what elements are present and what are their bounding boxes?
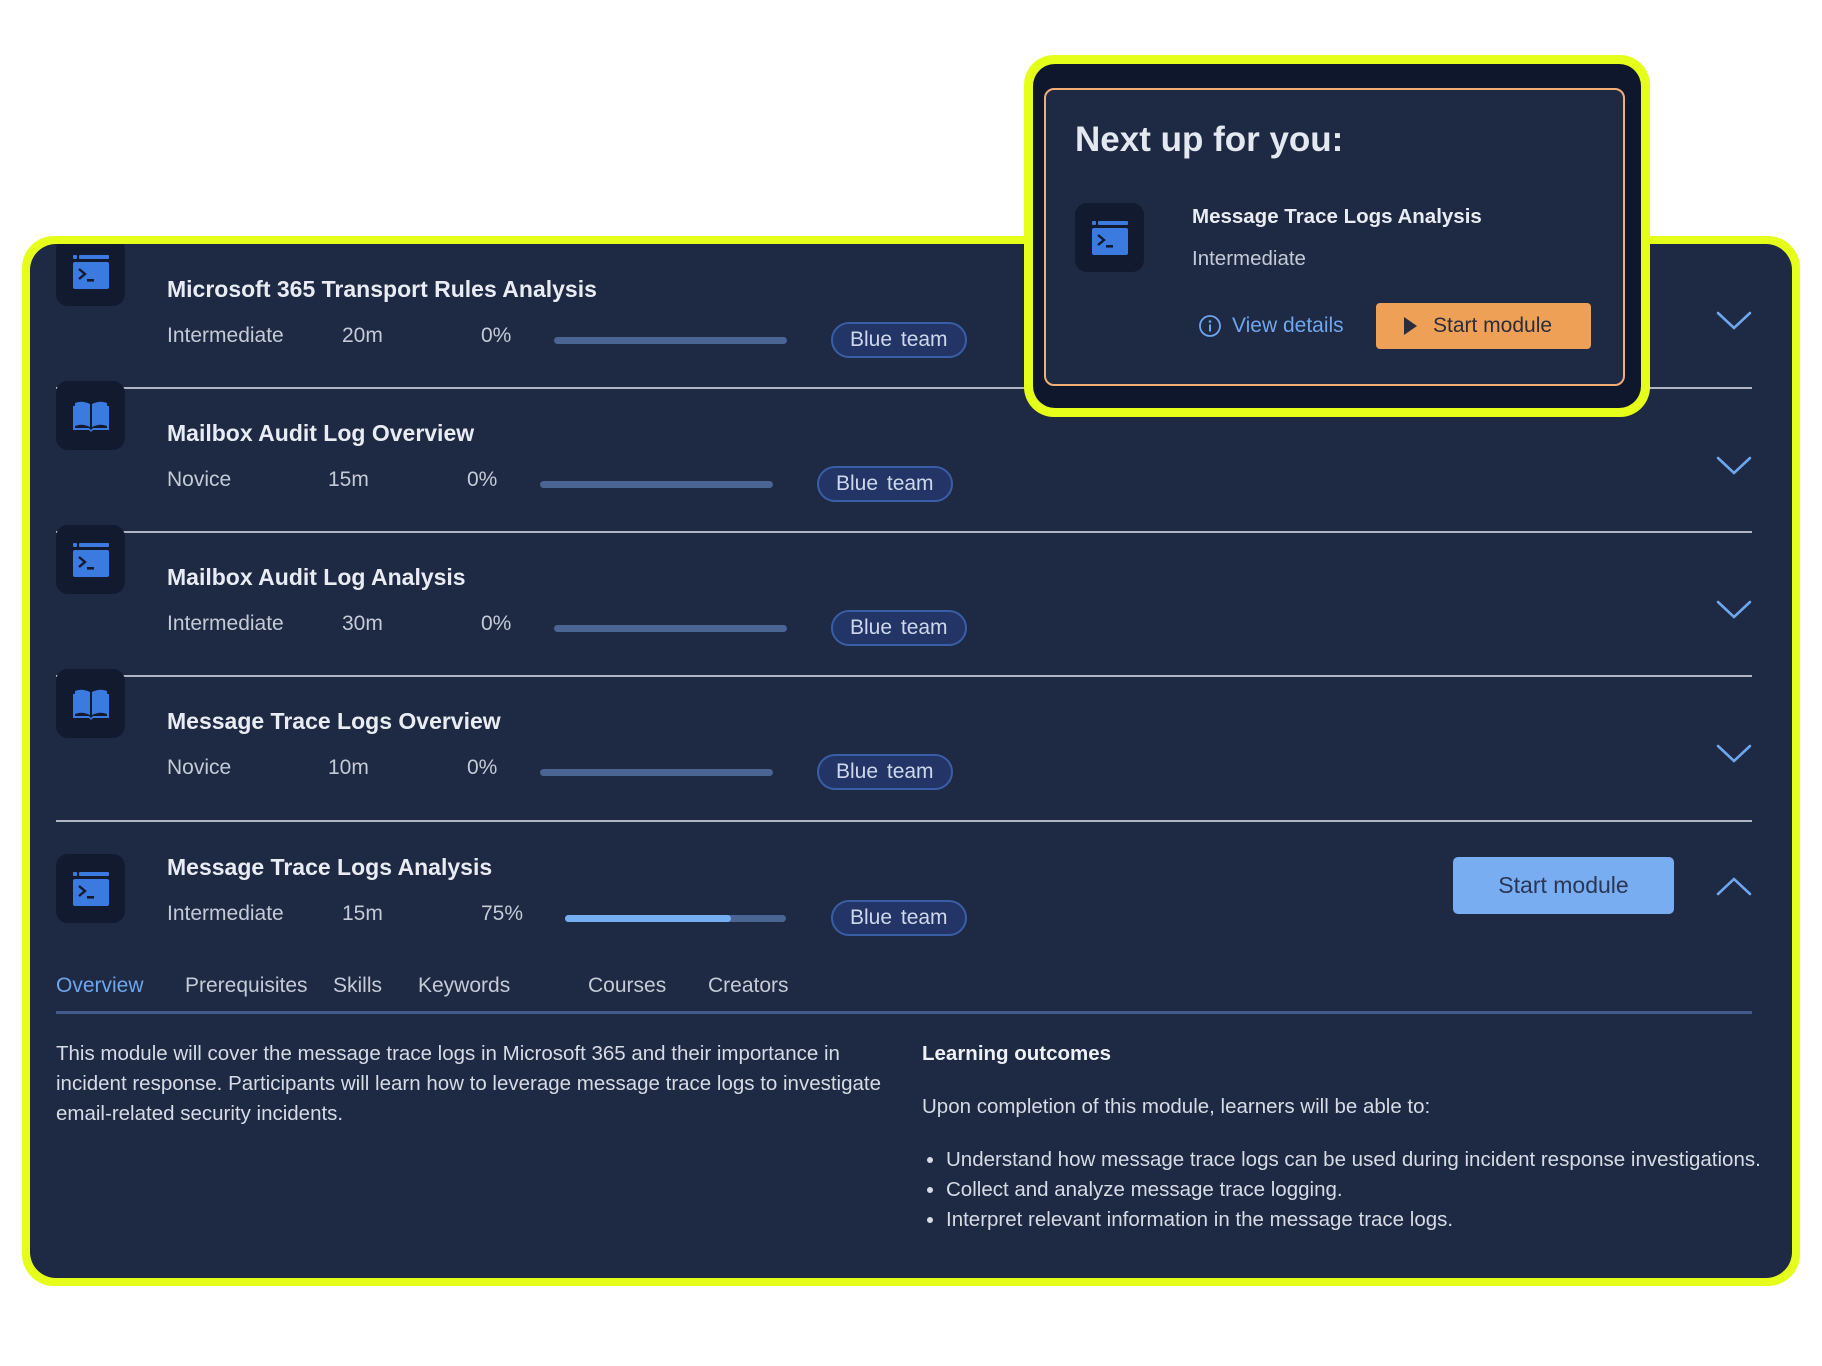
chevron-down-icon[interactable]: [1716, 310, 1752, 332]
tab-overview[interactable]: Overview: [56, 974, 144, 1014]
progress-label: 0%: [481, 612, 512, 635]
tag-badge: Blue team: [817, 754, 953, 790]
terminal-window-icon: [72, 254, 109, 289]
module-level: Novice: [167, 756, 232, 779]
module-icon: [1075, 203, 1144, 272]
module-description: This module will cover the message trace…: [56, 1042, 881, 1125]
module-icon: [56, 525, 125, 594]
book-icon: [72, 689, 109, 720]
view-details-link[interactable]: View details: [1198, 314, 1344, 338]
module-icon: [56, 669, 125, 738]
popup-start-module-button[interactable]: Start module: [1376, 303, 1591, 349]
module-level: Intermediate: [167, 324, 284, 347]
chevron-down-icon[interactable]: [1716, 599, 1752, 621]
popup-start-label: Start module: [1433, 314, 1553, 337]
outcome-item: Interpret relevant information in the me…: [946, 1205, 1762, 1235]
progress-bar: [540, 769, 773, 776]
module-title[interactable]: Mailbox Audit Log Overview: [167, 420, 474, 447]
progress-label: 75%: [481, 902, 524, 925]
progress-label: 0%: [481, 324, 512, 347]
module-icon: [56, 244, 125, 306]
module-title[interactable]: Message Trace Logs Analysis: [167, 854, 492, 881]
next-up-heading: Next up for you:: [1075, 120, 1344, 159]
module-duration: 15m: [328, 468, 369, 491]
module-title[interactable]: Mailbox Audit Log Analysis: [167, 564, 466, 591]
progress-bar: [540, 481, 773, 488]
tag-badge: Blue team: [831, 610, 967, 646]
next-up-module-level: Intermediate: [1192, 247, 1306, 270]
tabs-underline: [56, 1011, 1752, 1014]
terminal-window-icon: [72, 542, 109, 577]
tab-keywords[interactable]: Keywords: [418, 974, 510, 998]
detail-tabs: Overview Prerequisites Skills Keywords C…: [56, 974, 1752, 1014]
view-details-label: View details: [1232, 314, 1344, 337]
outcome-item: Understand how message trace logs can be…: [946, 1145, 1762, 1175]
module-duration: 30m: [342, 612, 383, 635]
tab-skills[interactable]: Skills: [333, 974, 382, 998]
tag-badge: Blue team: [831, 900, 967, 936]
module-title[interactable]: Microsoft 365 Transport Rules Analysis: [167, 276, 597, 303]
tab-creators[interactable]: Creators: [708, 974, 789, 998]
outcome-item: Collect and analyze message trace loggin…: [946, 1175, 1762, 1205]
next-up-card: Next up for you: Message Trace Logs Anal…: [1044, 88, 1625, 386]
module-level: Novice: [167, 468, 232, 491]
next-up-module-title: Message Trace Logs Analysis: [1192, 205, 1482, 228]
module-icon: [56, 854, 125, 923]
progress-bar: [554, 337, 787, 344]
tab-prerequisites[interactable]: Prerequisites: [185, 974, 308, 998]
module-duration: 20m: [342, 324, 383, 347]
start-module-button[interactable]: Start module: [1453, 857, 1674, 914]
terminal-window-icon: [72, 871, 109, 906]
progress-bar: [565, 915, 786, 922]
info-icon: [1199, 315, 1221, 337]
module-row-expanded[interactable]: Message Trace Logs Analysis Intermediate…: [56, 822, 1752, 952]
chevron-down-icon[interactable]: [1716, 455, 1752, 477]
progress-bar: [554, 625, 787, 632]
module-duration: 15m: [342, 902, 383, 925]
outcomes-intro: Upon completion of this module, learners…: [922, 1095, 1431, 1118]
book-icon: [72, 401, 109, 432]
outcomes-heading: Learning outcomes: [922, 1042, 1112, 1065]
module-level: Intermediate: [167, 612, 284, 635]
progress-label: 0%: [467, 756, 498, 779]
progress-label: 0%: [467, 468, 498, 491]
progress-fill: [565, 915, 731, 922]
terminal-window-icon: [1091, 220, 1128, 255]
tag-badge: Blue team: [831, 322, 967, 358]
module-level: Intermediate: [167, 902, 284, 925]
chevron-down-icon[interactable]: [1716, 743, 1752, 765]
learning-outcomes: Learning outcomes Upon completion of thi…: [922, 1039, 1762, 1235]
module-title[interactable]: Message Trace Logs Overview: [167, 708, 501, 735]
tag-badge: Blue team: [817, 466, 953, 502]
module-icon: [56, 381, 125, 450]
module-row[interactable]: Message Trace Logs Overview Novice 10m 0…: [56, 669, 1752, 822]
next-up-popup: Next up for you: Message Trace Logs Anal…: [1033, 64, 1641, 408]
outcomes-list: Understand how message trace logs can be…: [922, 1145, 1762, 1235]
play-icon: [1404, 317, 1417, 335]
chevron-up-icon[interactable]: [1716, 875, 1752, 897]
module-duration: 10m: [328, 756, 369, 779]
module-row[interactable]: Mailbox Audit Log Analysis Intermediate …: [56, 525, 1752, 677]
tab-courses[interactable]: Courses: [588, 974, 666, 998]
